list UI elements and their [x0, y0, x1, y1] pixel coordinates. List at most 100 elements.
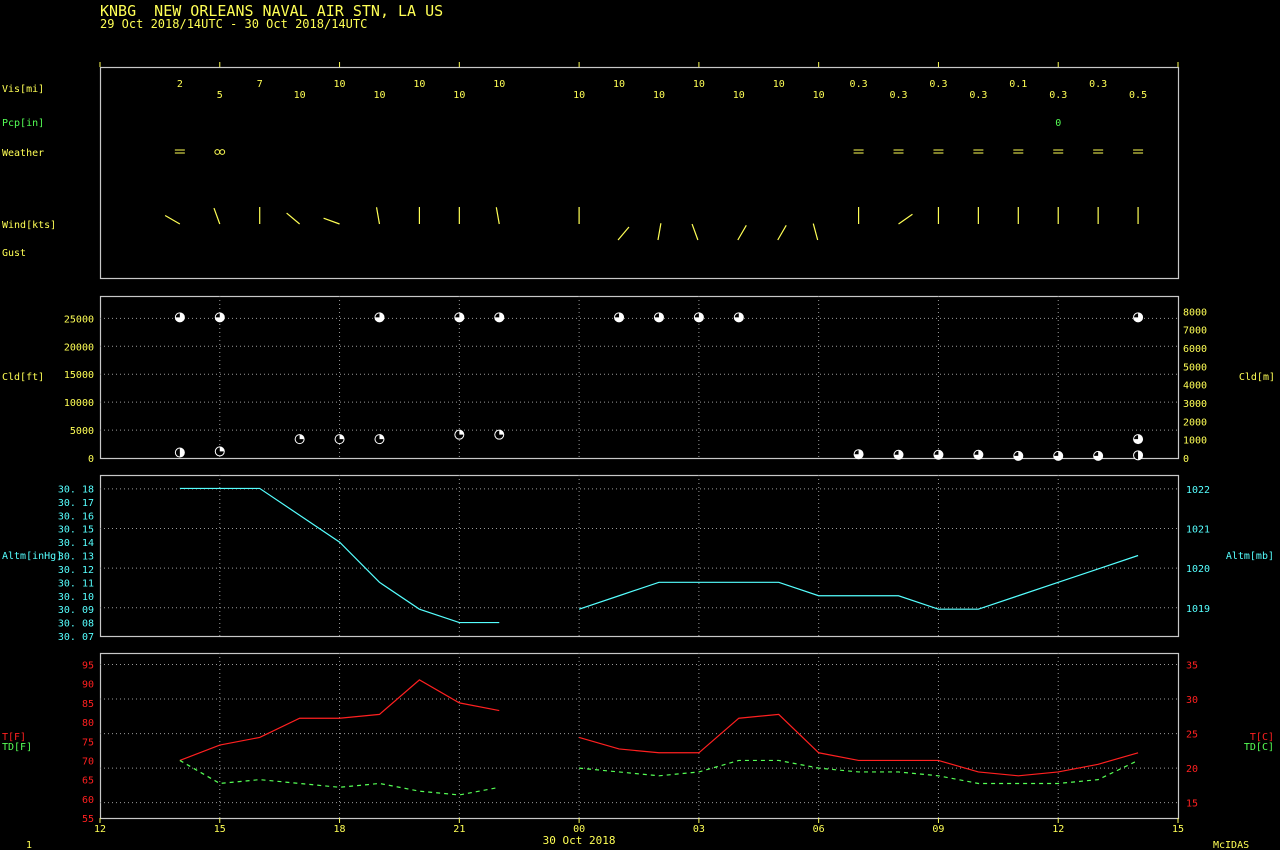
fog-weather-icon: [973, 149, 984, 154]
cloud-ytick-ft: 10000: [64, 398, 94, 409]
temp-ytick-f: 70: [82, 756, 94, 767]
altimeter-ytick-inhg: 30. 11: [58, 578, 94, 589]
temp-ytick-c: 30: [1186, 695, 1198, 706]
cloud-cover-symbol: [973, 449, 984, 460]
visibility-value: 0.3: [889, 90, 907, 101]
surface-obs-panel: [99, 66, 1180, 280]
temp-ytick-c: 20: [1186, 764, 1198, 775]
cloud-cover-symbol: [454, 312, 465, 323]
wind-barb: [323, 217, 340, 225]
temperature-series-line: [179, 679, 500, 762]
cloud-cover-symbol: [454, 429, 465, 440]
cloud-cover-symbol: [1133, 312, 1144, 323]
cloud-cover-symbol: [733, 312, 744, 323]
altimeter-ytick-mb: 1022: [1186, 485, 1210, 496]
wind-barb: [375, 207, 381, 225]
visibility-value: 10: [773, 79, 785, 90]
altimeter-ytick-inhg: 30. 13: [58, 552, 94, 563]
cloud-fill: [379, 434, 384, 440]
weather-label: Weather: [2, 148, 44, 159]
temp-ytick-f: 80: [82, 718, 94, 729]
time-tick-label: 15: [214, 824, 226, 835]
altimeter-ytick-inhg: 30. 09: [58, 605, 94, 616]
time-tick-label: 15: [1172, 824, 1184, 835]
altimeter-ytick-inhg: 30. 16: [58, 511, 94, 522]
temp-ytick-c: 25: [1186, 730, 1198, 741]
cloud-cover-symbol: [693, 312, 704, 323]
cloud-cover-symbol: [1053, 450, 1064, 461]
wind-barb: [495, 207, 500, 225]
time-tick-label: 03: [693, 824, 705, 835]
visibility-value: 10: [813, 90, 825, 101]
visibility-value: 0.3: [1049, 90, 1067, 101]
fog-weather-icon: [893, 149, 904, 154]
visibility-value: 7: [257, 79, 263, 90]
cloud-ytick-m: 8000: [1183, 307, 1207, 318]
altimeter-ytick-inhg: 30. 08: [58, 619, 94, 630]
cloud-ytick-m: 6000: [1183, 344, 1207, 355]
cloud-cover-symbol: [374, 434, 385, 445]
wind-barb: [777, 224, 787, 241]
wind-barb: [812, 223, 819, 241]
cloud-fill: [339, 434, 345, 440]
visibility-value: 10: [413, 79, 425, 90]
wind-barb: [213, 207, 221, 225]
cloud-ytick-m: 7000: [1183, 326, 1207, 337]
visibility-value: 10: [693, 79, 705, 90]
altimeter-ylabel-left: Altm[inHg]: [2, 551, 62, 562]
wind-label: Wind[kts]: [2, 220, 56, 231]
cloud-cover-symbol: [614, 312, 625, 323]
visibility-value: 10: [733, 90, 745, 101]
temp-ytick-f: 60: [82, 795, 94, 806]
temp-ytick-c: 35: [1186, 661, 1198, 672]
meteogram-page: KNBG NEW ORLEANS NAVAL AIR STN, LA US 29…: [0, 0, 1280, 850]
visibility-value: 2: [177, 79, 183, 90]
time-tick-label: 12: [1052, 824, 1064, 835]
cloud-cover-symbol: [294, 434, 305, 445]
temp-ylabel-td: TD[F]: [2, 742, 32, 753]
fog-weather-icon: [853, 149, 864, 154]
cloud-fill: [459, 430, 464, 435]
temperature-series-line: [578, 713, 1139, 777]
time-tick-label: 18: [334, 824, 346, 835]
visibility-value: 0.5: [1129, 90, 1147, 101]
cloud-ylabel-right: Cld[m]: [1239, 372, 1275, 383]
cloud-fill: [499, 430, 504, 435]
cloud-cover-symbol: [653, 312, 664, 323]
visibility-value: 10: [453, 90, 465, 101]
cloud-cover-symbol: [1013, 450, 1024, 461]
cloud-cover-symbol: [214, 312, 225, 323]
cloud-cover-symbol: [174, 447, 185, 458]
pcp-label: Pcp[in]: [2, 118, 44, 129]
wind-barb: [286, 212, 301, 225]
date-label: 30 Oct 2018: [543, 834, 616, 847]
vis-label: Vis[mi]: [2, 84, 44, 95]
altimeter-ytick-inhg: 30. 14: [58, 538, 94, 549]
cloud-cover-symbol: [494, 312, 505, 323]
altimeter-ytick-inhg: 30. 17: [58, 498, 94, 509]
temp-ytick-f: 55: [82, 814, 94, 825]
cloud-cover-symbol: [494, 429, 505, 440]
wind-barb: [898, 213, 913, 225]
haze-loop: [214, 149, 221, 155]
wind-barb: [657, 223, 662, 241]
visibility-value: 0.1: [1009, 79, 1027, 90]
fog-weather-icon: [1133, 149, 1144, 154]
time-tick-label: 09: [932, 824, 944, 835]
wind-barb: [691, 223, 699, 241]
visibility-value: 10: [613, 79, 625, 90]
haze-loop: [219, 149, 226, 155]
altimeter-ytick-inhg: 30. 07: [58, 632, 94, 643]
cloud-cover-symbol: [1133, 434, 1144, 445]
fog-weather-icon: [1013, 149, 1024, 154]
cloud-cover-symbol: [174, 312, 185, 323]
fog-weather-icon: [1093, 149, 1104, 154]
page-number: 1: [26, 840, 32, 850]
visibility-value: 0.3: [850, 79, 868, 90]
cloud-ytick-m: 0: [1183, 454, 1189, 465]
cloud-ytick-ft: 15000: [64, 370, 94, 381]
altimeter-ylabel-right: Altm[mb]: [1226, 551, 1274, 562]
visibility-value: 5: [217, 90, 223, 101]
meteogram-chart: Vis[mi]Pcp[in]WeatherWind[kts]Gust257101…: [2, 62, 1275, 850]
haze-weather-icon: [214, 149, 226, 155]
